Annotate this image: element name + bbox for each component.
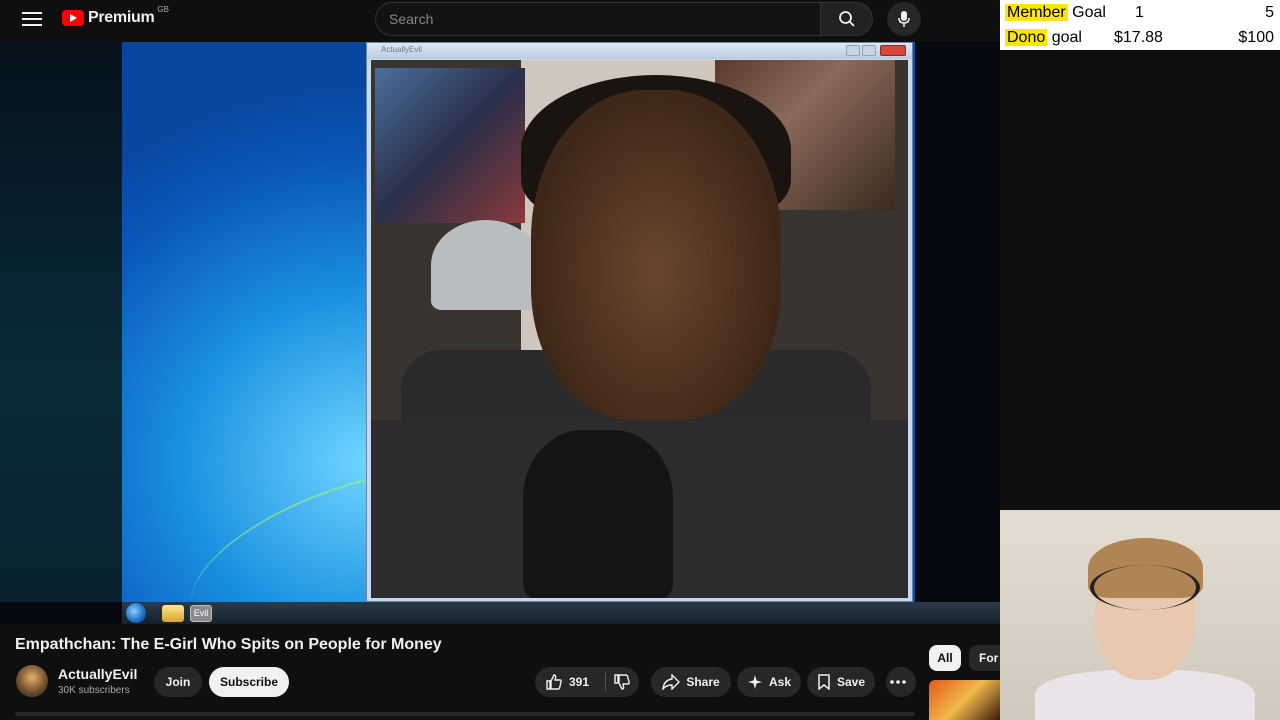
search-icon	[838, 11, 855, 27]
more-icon	[890, 680, 906, 684]
lamp	[431, 220, 541, 310]
mic-icon	[898, 11, 910, 27]
dono-goal-label: Dono	[1005, 29, 1048, 46]
share-icon	[662, 674, 681, 690]
member-goal-target: 5	[1265, 4, 1274, 21]
description-box-edge	[15, 712, 915, 716]
save-label: Save	[836, 675, 866, 689]
more-actions-button[interactable]	[886, 667, 916, 697]
share-label: Share	[686, 675, 720, 689]
dono-goal-target: $100	[1238, 29, 1274, 46]
headphones	[1090, 565, 1200, 610]
join-button[interactable]: Join	[154, 667, 202, 697]
channel-avatar[interactable]	[16, 665, 48, 697]
window-title: ActuallyEvil	[381, 45, 422, 54]
like-icon[interactable]	[545, 673, 563, 691]
chip-all[interactable]: All	[929, 645, 961, 671]
video-player[interactable]: ActuallyEvil Evil	[0, 42, 1000, 624]
youtube-logo[interactable]: Premium GB	[62, 5, 169, 27]
window-titlebar: ActuallyEvil	[367, 43, 912, 59]
like-dislike-group[interactable]: 391	[535, 667, 639, 697]
share-button[interactable]: Share	[651, 667, 731, 697]
recommended-video-thumbnail[interactable]	[929, 680, 1000, 720]
reactor-webcam	[1000, 510, 1280, 720]
person-face	[531, 90, 781, 420]
dono-goal-row: Dono goal $17.88 $100	[1000, 25, 1280, 50]
youtube-logo-icon	[62, 10, 84, 26]
menu-icon[interactable]	[22, 12, 42, 28]
start-orb-icon	[126, 603, 146, 623]
taskbar-app-icon: Evil	[190, 605, 212, 622]
member-goal-row: Member Goal 1 5	[1000, 0, 1280, 25]
chip-for-you[interactable]: For y	[969, 645, 1000, 671]
goal-overlay: Member Goal 1 5 Dono goal $17.88 $100	[1000, 0, 1280, 50]
desktop-taskbar: Evil	[122, 602, 1000, 624]
video-title: Empathchan: The E-Girl Who Spits on Peop…	[15, 636, 442, 653]
minimize-icon	[846, 45, 860, 56]
region-label: GB	[157, 4, 169, 14]
brand-label: Premium	[88, 9, 155, 26]
video-background-left	[0, 42, 122, 602]
save-button[interactable]: Save	[807, 667, 875, 697]
subscribe-button[interactable]: Subscribe	[209, 667, 289, 697]
voice-search-button[interactable]	[887, 2, 921, 36]
ask-sparkle-icon	[747, 675, 762, 689]
search-box[interactable]	[375, 2, 821, 36]
subscriber-count: 30K subscribers	[58, 685, 130, 696]
streamer-camera-feed	[371, 60, 908, 598]
dono-goal-current: $17.88	[1114, 29, 1163, 46]
dislike-icon[interactable]	[613, 673, 631, 691]
ask-button[interactable]: Ask	[737, 667, 801, 697]
dono-goal-label-rest: goal	[1047, 29, 1082, 46]
top-bar: Premium GB	[0, 0, 1000, 40]
wall-poster	[375, 68, 525, 223]
ask-label: Ask	[768, 675, 791, 689]
save-icon	[818, 674, 830, 690]
member-goal-current: 1	[1135, 4, 1144, 21]
member-goal-label-rest: Goal	[1067, 4, 1106, 21]
channel-name[interactable]: ActuallyEvil	[58, 666, 137, 682]
microphone	[523, 430, 673, 598]
webcam-window: ActuallyEvil	[366, 42, 913, 602]
search-button[interactable]	[821, 2, 873, 36]
search-input[interactable]	[376, 3, 820, 35]
member-goal-label: Member	[1005, 4, 1068, 21]
close-icon	[880, 45, 906, 56]
folder-icon	[162, 605, 184, 622]
like-count: 391	[569, 675, 590, 689]
maximize-icon	[862, 45, 876, 56]
